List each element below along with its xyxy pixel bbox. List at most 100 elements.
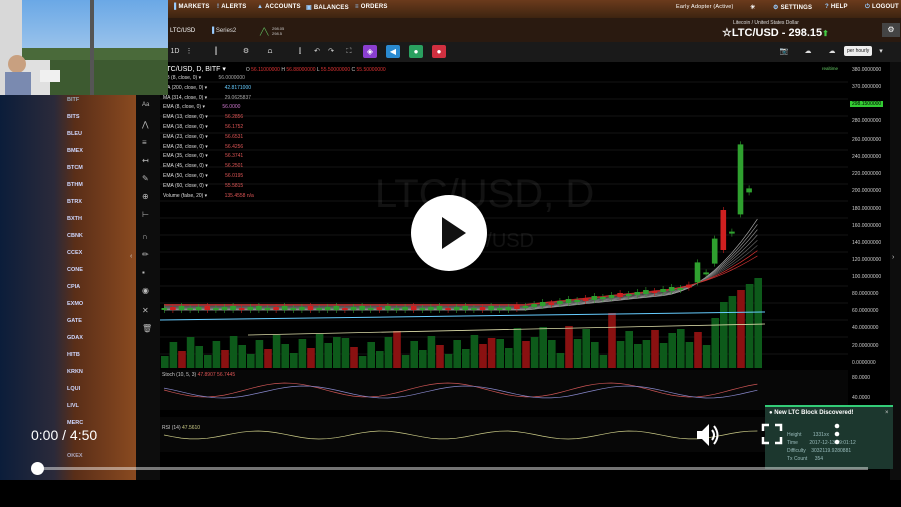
pattern-icon[interactable]: ⋀ [142, 120, 149, 129]
exchange-item[interactable]: HITB [67, 352, 80, 358]
undo-icon[interactable]: ↶ [312, 45, 322, 58]
chevron-down-icon[interactable]: ▾ [876, 45, 886, 58]
rsi-legend[interactable]: RSI (14) 47.5610 [162, 425, 200, 431]
cube-button[interactable]: ◈ [363, 45, 377, 58]
exchange-item[interactable]: BTHM [67, 182, 83, 188]
exchange-item[interactable]: CCEX [67, 250, 82, 256]
nav-logout[interactable]: ⏻ LOGOUT [865, 4, 899, 11]
nav-markets[interactable]: ▐ MARKETS [172, 4, 210, 10]
symbol-legend[interactable]: LTC/USD, D, BITF ▾ O 56.11000000 H 56.88… [163, 65, 386, 73]
indicator-name: EMA (18, close, 0) ▾ [163, 124, 210, 130]
indicator-legend-row[interactable]: EMA (60, close, 0) ▾ 55.5815 [163, 183, 243, 189]
indicator-legend-row[interactable]: EMA (13, close, 0) ▾ 56.2856 [163, 114, 243, 120]
remove-drawings-icon[interactable]: ✕ [142, 306, 149, 315]
nav-balances[interactable]: ▣ BALANCES [306, 4, 349, 11]
candle-body [256, 306, 262, 310]
exchange-item[interactable]: BITS [67, 114, 80, 120]
exchange-item[interactable]: GDAX [67, 335, 83, 341]
volume-bar [204, 355, 212, 368]
buy-button[interactable]: ● [409, 45, 423, 58]
pencil-icon[interactable]: ✏ [142, 250, 149, 259]
compare-icon[interactable]: ⫿ [293, 45, 307, 58]
ticker-title[interactable]: ☆LTC/USD - 298.15⬆ [722, 26, 829, 39]
exchange-item[interactable]: BITF [67, 97, 79, 103]
exchange-item[interactable]: MERC [67, 420, 83, 426]
announce-button[interactable]: ◀ [386, 45, 400, 58]
indicator-legend-row[interactable]: EMA (35, close, 0) ▾ 56.3741 [163, 153, 243, 159]
indicator-legend-row[interactable]: EMA (45, close, 0) ▾ 56.2501 [163, 163, 243, 169]
collapse-left-icon[interactable]: ‹ [130, 253, 132, 260]
zoom-icon[interactable]: ⊕ [142, 192, 149, 201]
nav-help[interactable]: ? HELP [825, 4, 848, 10]
price-axis-label: 280.0000000 [852, 118, 882, 124]
camera-icon[interactable]: 📷 [778, 45, 790, 58]
cloud-upload-icon[interactable]: ☁ [826, 45, 838, 58]
price-axis-label: 200.0000000 [852, 188, 882, 194]
exchange-item[interactable]: CONE [67, 267, 83, 273]
play-button[interactable] [411, 195, 487, 271]
exchange-item[interactable]: BXTH [67, 216, 82, 222]
volume-bar [634, 344, 642, 368]
indicator-value: 56.0195 [225, 173, 244, 179]
indicator-legend-row[interactable]: EMA (18, close, 0) ▾ 56.1752 [163, 124, 243, 130]
video-progress-bar[interactable] [37, 467, 868, 470]
nav-settings[interactable]: ⚙ SETTINGS [773, 4, 812, 11]
exchange-item[interactable]: EXMO [67, 301, 83, 307]
exchange-item[interactable]: CPIA [67, 284, 80, 290]
eye-icon[interactable]: ◉ [142, 286, 149, 295]
indicators-icon[interactable]: ⩍ [263, 45, 277, 58]
ma-314-line [247, 323, 766, 336]
indicator-legend-row[interactable]: MA (314, close, 0) ▾ 29.0625837 [163, 95, 251, 101]
exchange-item[interactable]: BTCM [67, 165, 83, 171]
gear-icon[interactable]: ⚙ [240, 45, 252, 58]
fullscreen-video-icon[interactable] [761, 423, 783, 450]
more-icon[interactable]: ⋮ [184, 45, 194, 58]
more-options-icon[interactable] [833, 421, 841, 454]
candle-body [479, 307, 486, 310]
interval-select[interactable]: 1D [170, 45, 180, 58]
nav-orders[interactable]: ≡ ORDERS [355, 4, 388, 10]
indicator-legend-row[interactable]: BB (8, close, 0) ▾ 56.0000000 [163, 75, 245, 81]
exchange-item[interactable]: BMEX [67, 148, 83, 154]
fib-icon[interactable]: ≡ [142, 138, 147, 147]
arrow-icon[interactable]: ↤ [142, 156, 149, 165]
ruler-icon[interactable]: ⊢ [142, 210, 149, 219]
exchange-item[interactable]: LQUI [67, 386, 80, 392]
text-tool-icon[interactable]: Aa [142, 102, 149, 108]
candle-type-icon[interactable]: ║ [210, 45, 222, 58]
indicator-legend-row[interactable]: EMA (23, close, 0) ▾ 56.6531 [163, 134, 243, 140]
stoch-legend[interactable]: Stoch (10, 5, 3) 47.8907 56.7445 [162, 372, 235, 378]
settings-gear-button[interactable]: ⚙ [882, 23, 900, 37]
cloud-icon[interactable]: ☁ [802, 45, 814, 58]
magnet-icon[interactable]: ∩ [142, 232, 148, 241]
exchange-item[interactable]: OKEX [67, 453, 83, 459]
star-icon[interactable]: ☆ [722, 27, 732, 39]
exchange-item[interactable]: CBNK [67, 233, 83, 239]
fullscreen-icon[interactable]: ⛶ [344, 45, 354, 58]
symbol-tab[interactable]: LTC/USD [170, 28, 195, 34]
indicator-legend-row[interactable]: EMA (28, close, 0) ▾ 56.4256 [163, 144, 243, 150]
trash-icon[interactable]: 🗑 [142, 324, 152, 333]
exchange-item[interactable]: KRKN [67, 369, 83, 375]
exchange-item[interactable]: BLEU [67, 131, 82, 137]
indicator-legend-row[interactable]: EMA (8, close, 0) ▾ 56.0000 [163, 104, 240, 110]
exchange-item[interactable]: LIVL [67, 403, 79, 409]
nav-accounts[interactable]: ▲ ACCOUNTS [257, 4, 301, 10]
exchange-item[interactable]: GATE [67, 318, 82, 324]
redo-icon[interactable]: ↷ [326, 45, 336, 58]
indicator-legend-row[interactable]: MA (200, close, 0) ▾ 42.8171000 [163, 85, 251, 91]
volume-bar [341, 338, 350, 368]
video-scrubber[interactable] [31, 462, 44, 475]
collapse-right-icon[interactable]: › [892, 254, 894, 261]
sell-button[interactable]: ● [432, 45, 446, 58]
indicator-legend-row[interactable]: Volume (false, 20) ▾ 135.4558 n/a [163, 193, 254, 199]
theme-icon[interactable]: ☀ [750, 4, 756, 11]
volume-icon[interactable] [695, 421, 721, 454]
series-tab[interactable]: ▐ Series2 [210, 28, 236, 34]
brush-icon[interactable]: ✎ [142, 174, 149, 183]
lock-icon[interactable]: ▪ [142, 268, 145, 277]
exchange-item[interactable]: BTRX [67, 199, 82, 205]
indicator-legend-row[interactable]: EMA (50, close, 0) ▾ 56.0195 [163, 173, 243, 179]
nav-alerts[interactable]: ! ALERTS [217, 4, 246, 10]
close-icon[interactable]: × [885, 410, 889, 416]
